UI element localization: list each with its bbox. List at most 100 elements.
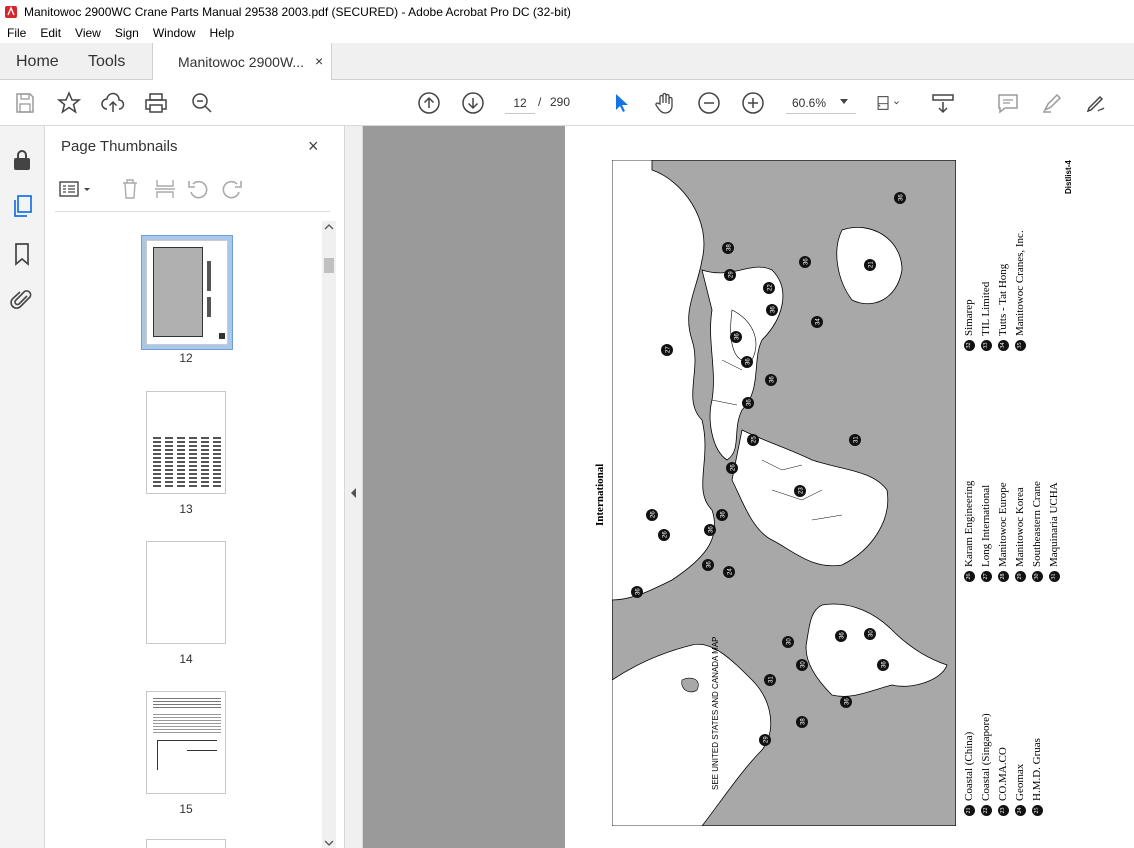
attachment-icon[interactable] [10, 288, 34, 312]
chevron-down-icon[interactable] [840, 99, 848, 104]
document-viewer[interactable]: 36 38 29 22 36 21 36 34 36 27 36 36 36 25 31 26 23 26 36 26… [363, 126, 1134, 848]
thumbnail-toolbar [59, 176, 334, 204]
tab-tools[interactable]: Tools [88, 53, 125, 71]
next-page-icon[interactable] [461, 91, 485, 115]
dealer-item: 30Southeastern Crane [1031, 481, 1048, 582]
world-map: 36 38 29 22 36 21 36 34 36 27 36 36 36 25 31 26 23 26 36 26… [612, 160, 956, 826]
lock-icon[interactable] [10, 148, 34, 172]
extract-pages-icon[interactable] [154, 178, 176, 200]
collapse-left-icon[interactable] [350, 488, 358, 498]
thumbnail-page-13[interactable] [146, 391, 226, 494]
menu-help[interactable]: Help [203, 26, 242, 40]
page-thumbnails-panel: Page Thumbnails × 12 13 14 15 [45, 126, 345, 848]
rotate-counterclockwise-icon[interactable] [187, 178, 209, 200]
map-marker-label: 26 [663, 531, 669, 538]
select-arrow-icon[interactable] [609, 91, 633, 115]
scroll-up-icon[interactable] [324, 223, 334, 231]
print-icon[interactable] [144, 91, 168, 115]
dealer-item: 34Tutts - Tat Hong [997, 230, 1014, 351]
thumbnail-page-12[interactable] [141, 235, 233, 350]
thumbnail-options-icon[interactable] [59, 180, 95, 200]
map-marker-label: 29 [729, 271, 735, 278]
dealer-item: 22Coastal (Singapore) [980, 713, 997, 816]
thumbnail-page-14[interactable] [146, 541, 226, 644]
tab-home[interactable]: Home [16, 53, 59, 71]
menu-sign[interactable]: Sign [108, 26, 146, 40]
search-zoom-icon[interactable] [190, 91, 214, 115]
map-marker-label: 36 [804, 258, 810, 265]
map-marker-label: 38 [801, 718, 807, 725]
map-marker-label: 36 [845, 698, 851, 705]
dealer-list-1: 21Coastal (China) 22Coastal (Singapore) … [963, 713, 1048, 816]
left-navigation-rail [0, 126, 45, 848]
tab-close-icon[interactable]: × [315, 53, 323, 69]
map-marker-label: 26 [731, 464, 737, 471]
thumbnail-label: 12 [179, 351, 193, 365]
map-marker-label: 36 [735, 333, 741, 340]
zoom-out-icon[interactable] [697, 91, 721, 115]
map-marker-label: 31 [854, 436, 860, 443]
map-marker-label: 36 [747, 399, 753, 406]
fit-page-icon[interactable] [876, 91, 910, 115]
comment-icon[interactable] [996, 91, 1020, 115]
map-marker-label: 36 [709, 526, 715, 533]
hand-icon[interactable] [653, 91, 677, 115]
menu-file[interactable]: File [0, 26, 33, 40]
map-marker-label: 24 [728, 568, 734, 575]
close-icon[interactable]: × [308, 136, 319, 157]
map-marker-label: 38 [727, 244, 733, 251]
thumbnail-scrollbar[interactable] [322, 221, 336, 848]
dealer-item: 26Karam Engineering [963, 481, 980, 582]
menu-window[interactable]: Window [146, 26, 203, 40]
bookmark-icon[interactable] [10, 242, 34, 266]
highlight-icon[interactable] [1040, 91, 1064, 115]
more-tools-icon[interactable] [1124, 91, 1134, 115]
tab-bar: Home Tools Manitowoc 2900W... × [0, 43, 1134, 80]
map-marker-label: 30 [787, 638, 793, 645]
menu-view[interactable]: View [68, 26, 108, 40]
map-marker-label: 36 [707, 561, 713, 568]
map-marker-label: 36 [771, 306, 777, 313]
window-title: Manitowoc 2900WC Crane Parts Manual 2953… [24, 4, 571, 19]
thumbnail-label: 15 [179, 802, 193, 816]
map-note: SEE UNITED STATES AND CANADA MAP [711, 636, 720, 790]
map-marker-label: 31 [769, 676, 775, 683]
thumbnail-label: 13 [179, 502, 193, 516]
dealer-item: 32Simarep [963, 230, 980, 351]
map-marker-label: 36 [721, 511, 727, 518]
dealer-item: 33TIL Limited [980, 230, 997, 351]
acrobat-app-icon [5, 5, 17, 18]
menu-bar: File Edit View Sign Window Help [0, 23, 1134, 43]
thumbnail-page-16[interactable] [146, 839, 226, 848]
map-marker-label: 34 [816, 318, 822, 325]
page-heading: International [594, 463, 606, 526]
sign-icon[interactable] [1084, 91, 1108, 115]
prev-page-icon[interactable] [417, 91, 441, 115]
page-number-input[interactable]: 12 [505, 92, 535, 114]
dealer-item: 23CO.MA.CO [997, 713, 1014, 816]
save-icon[interactable] [13, 91, 37, 115]
panel-collapse-bar[interactable] [345, 126, 363, 848]
delete-icon[interactable] [120, 178, 140, 200]
rotate-clockwise-icon[interactable] [221, 178, 243, 200]
map-marker-label: 36 [840, 632, 846, 639]
thumbnail-label: 14 [179, 652, 193, 666]
upload-icon[interactable] [101, 91, 125, 115]
page-separator: / [538, 95, 542, 109]
star-icon[interactable] [56, 91, 82, 115]
map-marker-label: 26 [651, 511, 657, 518]
scroll-thumb[interactable] [324, 258, 334, 273]
thumbnail-page-15[interactable] [146, 691, 226, 794]
scroll-mode-icon[interactable] [931, 91, 955, 115]
zoom-in-icon[interactable] [741, 91, 765, 115]
dealer-list-2: 26Karam Engineering 27Long International… [963, 481, 1065, 582]
map-marker-label: 36 [899, 194, 905, 201]
page-thumbnails-icon[interactable] [10, 194, 34, 218]
scroll-down-icon[interactable] [324, 839, 334, 847]
dealer-item: 25H.M.D. Gruas [1031, 713, 1048, 816]
menu-edit[interactable]: Edit [33, 26, 68, 40]
map-marker-label: 29 [764, 736, 770, 743]
dealer-item: 28Manitowoc Europe [997, 481, 1014, 582]
tab-document[interactable]: Manitowoc 2900W... × [152, 43, 332, 80]
dealer-item: 21Coastal (China) [963, 713, 980, 816]
